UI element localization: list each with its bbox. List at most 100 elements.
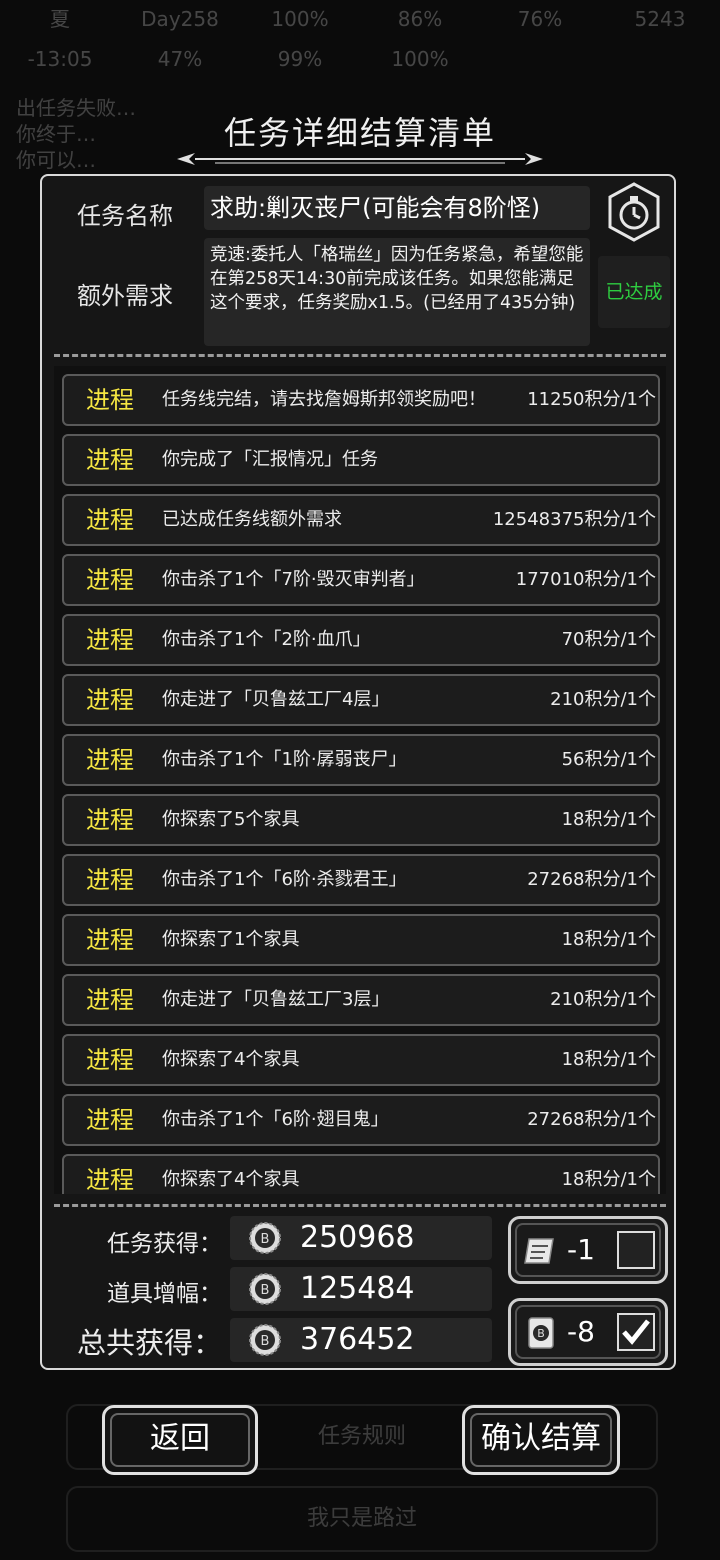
- stat-season: 夏: [50, 7, 70, 31]
- progress-tag: 进程: [86, 446, 134, 474]
- progress-text: 你击杀了1个「7阶·毁灭审判者」: [162, 569, 425, 590]
- progress-points: 12548375积分/1个: [492, 509, 656, 530]
- card-item-checkbox[interactable]: [617, 1313, 655, 1351]
- progress-tag: 进程: [86, 986, 134, 1014]
- progress-text: 你探索了1个家具: [162, 929, 300, 950]
- progress-text: 任务线完结，请去找詹姆斯邦领奖励吧！: [162, 389, 486, 410]
- mission-earnings-box: B 250968: [230, 1216, 492, 1260]
- extra-requirement-text: 竞速:委托人「格瑞丝」因为任务紧急，希望您能在第258天14:30前完成该任务。…: [204, 238, 590, 346]
- scroll-icon: [524, 1238, 554, 1264]
- stat-mood: 76%: [517, 7, 563, 31]
- progress-points: 210积分/1个: [550, 689, 656, 710]
- progress-row: 进程 你探索了1个家具 18积分/1个: [62, 914, 660, 966]
- progress-points: 18积分/1个: [561, 1169, 656, 1190]
- item-bonus-label: 道具增幅：: [107, 1281, 222, 1307]
- progress-points: 56积分/1个: [561, 749, 656, 770]
- progress-row: 进程 你探索了4个家具 18积分/1个: [62, 1154, 660, 1194]
- progress-row: 进程 你击杀了1个「6阶·翅目鬼」 27268积分/1个: [62, 1094, 660, 1146]
- progress-row: 进程 你探索了5个家具 18积分/1个: [62, 794, 660, 846]
- stat-energy: 100%: [391, 47, 449, 71]
- progress-points: 27268积分/1个: [527, 1109, 656, 1130]
- progress-list[interactable]: 进程 任务线完结，请去找詹姆斯邦领奖励吧！ 11250积分/1个 进程 你完成了「汇报情…: [54, 366, 666, 1194]
- confirm-button-label: 确认结算: [481, 1421, 601, 1456]
- back-button-label: 返回: [150, 1421, 210, 1456]
- progress-text: 你探索了5个家具: [162, 809, 300, 830]
- progress-points: 11250积分/1个: [527, 389, 656, 410]
- progress-tag: 进程: [86, 1046, 134, 1074]
- progress-tag: 进程: [86, 866, 134, 894]
- coin-icon: B: [249, 1222, 281, 1254]
- dialog-title: 任务详细结算清单: [223, 114, 496, 152]
- stopwatch-icon: [608, 182, 660, 242]
- progress-points: 177010积分/1个: [515, 569, 656, 590]
- stat-thirst: 47%: [157, 47, 203, 71]
- svg-text:B: B: [261, 1283, 270, 1298]
- back-button[interactable]: 返回: [102, 1405, 258, 1475]
- progress-text: 你完成了「汇报情况」任务: [162, 449, 378, 470]
- mission-name: 求助:剿灭丧尸(可能会有8阶怪): [204, 186, 590, 230]
- progress-points: 70积分/1个: [561, 629, 656, 650]
- progress-tag: 进程: [86, 386, 134, 414]
- stat-time: -13:05: [27, 47, 93, 71]
- progress-row: 进程 你击杀了1个「6阶·杀戮君王」 27268积分/1个: [62, 854, 660, 906]
- scroll-item-count: -1: [567, 1233, 595, 1266]
- settlement-panel: 任务名称 求助:剿灭丧尸(可能会有8阶怪) 额外需求 竞速:委托人「格瑞丝」因为…: [40, 174, 676, 1370]
- stat-money: 5243: [634, 7, 686, 31]
- scroll-item-checkbox[interactable]: [617, 1231, 655, 1269]
- coin-icon: B: [249, 1273, 281, 1305]
- progress-text: 你击杀了1个「1阶·孱弱丧尸」: [162, 749, 407, 770]
- progress-text: 你击杀了1个「6阶·杀戮君王」: [162, 869, 407, 890]
- progress-tag: 进程: [86, 506, 134, 534]
- progress-row: 进程 你走进了「贝鲁兹工厂4层」 210积分/1个: [62, 674, 660, 726]
- svg-text:B: B: [537, 1327, 545, 1340]
- stat-day: Day258: [141, 7, 219, 31]
- progress-text: 你探索了4个家具: [162, 1049, 300, 1070]
- progress-text: 你走进了「贝鲁兹工厂4层」: [162, 689, 390, 710]
- progress-tag: 进程: [86, 1166, 134, 1194]
- progress-row: 进程 你探索了4个家具 18积分/1个: [62, 1034, 660, 1086]
- confirm-settlement-button[interactable]: 确认结算: [462, 1405, 620, 1475]
- progress-row: 进程 你击杀了1个「2阶·血爪」 70积分/1个: [62, 614, 660, 666]
- total-earnings-label: 总共获得：: [76, 1326, 222, 1360]
- checkmark-icon: [622, 1319, 650, 1345]
- mission-name-label: 任务名称: [77, 202, 173, 230]
- card-item-toggle[interactable]: B -8: [508, 1298, 668, 1366]
- progress-row: 进程 已达成任务线额外需求 12548375积分/1个: [62, 494, 660, 546]
- just-passing-button: 我只是路过: [66, 1486, 658, 1552]
- progress-points: 18积分/1个: [561, 929, 656, 950]
- divider: [54, 354, 666, 357]
- progress-text: 你走进了「贝鲁兹工厂3层」: [162, 989, 390, 1010]
- status-bar: 夏 Day258 100% 86% 76% 5243 -13:05 47% 99…: [0, 0, 720, 80]
- title-ornament: [177, 153, 543, 165]
- progress-text: 你击杀了1个「6阶·翅目鬼」: [162, 1109, 389, 1130]
- stat-hunger: 86%: [397, 7, 443, 31]
- progress-row: 进程 你完成了「汇报情况」任务: [62, 434, 660, 486]
- progress-tag: 进程: [86, 686, 134, 714]
- item-bonus-box: B 125484: [230, 1267, 492, 1311]
- progress-tag: 进程: [86, 1106, 134, 1134]
- stat-health: 100%: [271, 7, 329, 31]
- progress-points: 27268积分/1个: [527, 869, 656, 890]
- progress-row: 进程 你击杀了1个「1阶·孱弱丧尸」 56积分/1个: [62, 734, 660, 786]
- total-earnings-value: 376452: [300, 1322, 415, 1357]
- progress-points: 210积分/1个: [550, 989, 656, 1010]
- progress-points: 18积分/1个: [561, 1049, 656, 1070]
- coin-icon: B: [249, 1324, 281, 1356]
- requirement-status: 已达成: [598, 256, 670, 328]
- progress-tag: 进程: [86, 626, 134, 654]
- progress-row: 进程 你击杀了1个「7阶·毁灭审判者」 177010积分/1个: [62, 554, 660, 606]
- progress-tag: 进程: [86, 806, 134, 834]
- total-earnings-box: B 376452: [230, 1318, 492, 1362]
- card-item-count: -8: [567, 1315, 595, 1348]
- progress-tag: 进程: [86, 746, 134, 774]
- scroll-item-toggle[interactable]: -1: [508, 1216, 668, 1284]
- mission-earnings-value: 250968: [300, 1220, 415, 1255]
- extra-requirement-label: 额外需求: [77, 282, 173, 310]
- progress-row: 进程 你走进了「贝鲁兹工厂3层」 210积分/1个: [62, 974, 660, 1026]
- progress-text: 你探索了4个家具: [162, 1169, 300, 1190]
- card-icon: B: [528, 1317, 554, 1349]
- mission-earnings-label: 任务获得：: [107, 1231, 222, 1257]
- stat-water: 99%: [277, 47, 323, 71]
- progress-tag: 进程: [86, 926, 134, 954]
- progress-points: 18积分/1个: [561, 809, 656, 830]
